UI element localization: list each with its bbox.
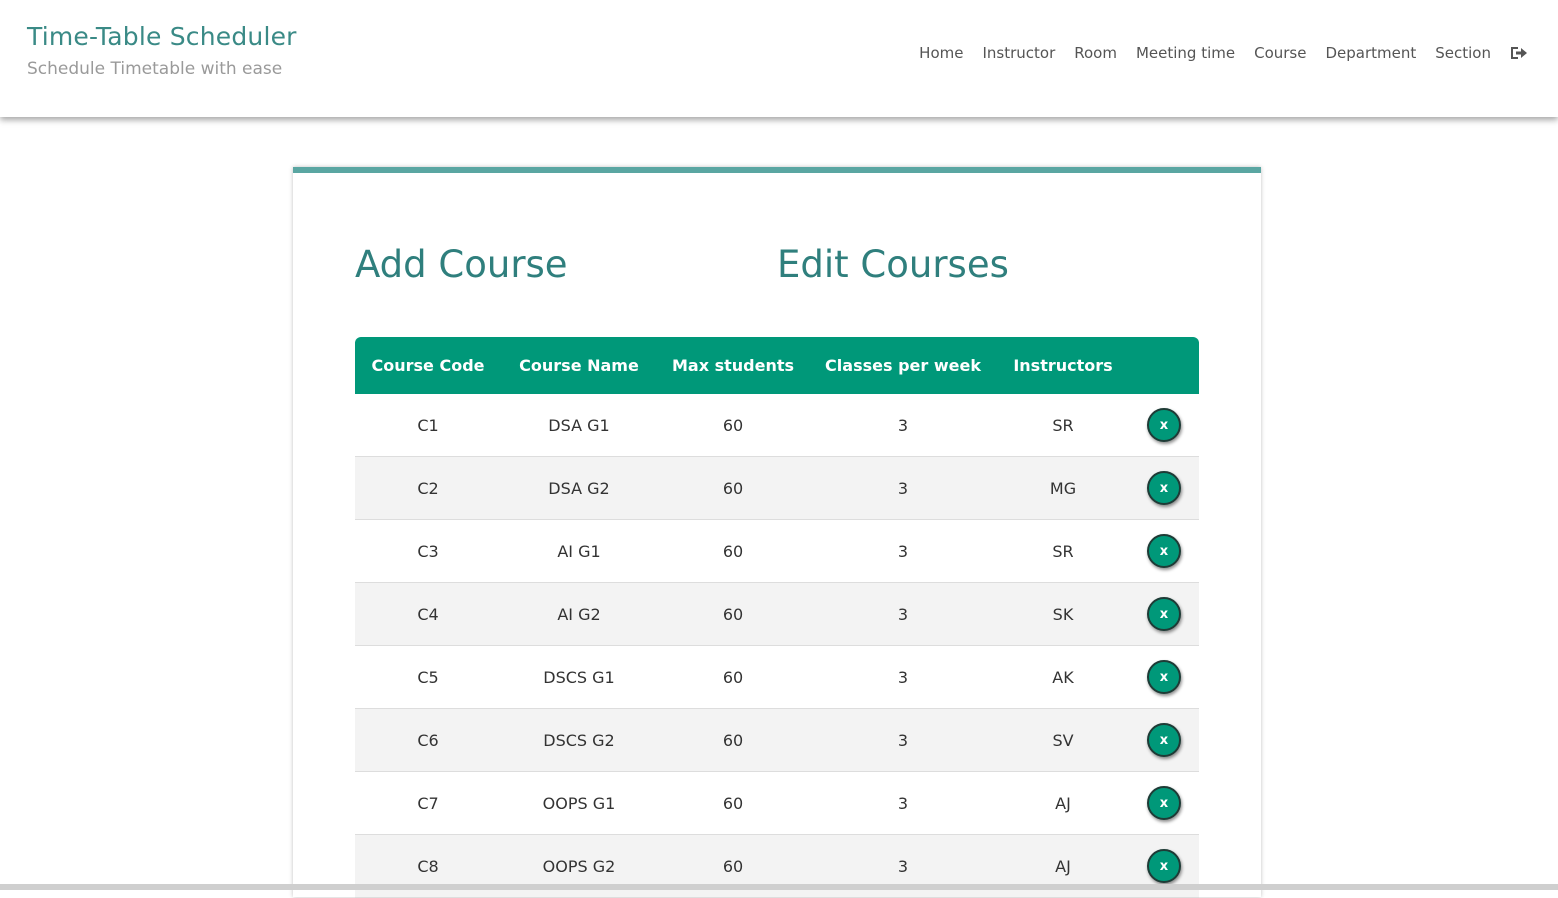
brand-title[interactable]: Time-Table Scheduler [27,22,297,51]
cell-actions: x [1129,582,1199,646]
table-row: C4 AI G2 60 3 SK x [355,582,1199,646]
delete-button[interactable]: x [1147,471,1181,505]
cell-course-code: C5 [355,645,501,709]
cell-course-code: C1 [355,394,501,457]
table-row: C3 AI G1 60 3 SR x [355,519,1199,583]
cell-actions: x [1129,645,1199,709]
cell-course-code: C7 [355,771,501,835]
cell-course-name: AI G1 [501,519,657,583]
delete-button[interactable]: x [1147,408,1181,442]
cell-max-students: 60 [657,394,809,457]
courses-table-wrapper: Course Code Course Name Max students Cla… [355,337,1199,898]
cell-max-students: 60 [657,645,809,709]
delete-button[interactable]: x [1147,660,1181,694]
nav-links: Home Instructor Room Meeting time Course… [900,44,1528,62]
cell-classes-per-week: 3 [809,519,997,583]
tab-edit-courses[interactable]: Edit Courses [777,243,1009,286]
nav-home[interactable]: Home [919,44,963,62]
course-card: Add Course Edit Courses Course Code Cour… [293,167,1261,898]
cell-instructor: SK [997,582,1129,646]
courses-table: Course Code Course Name Max students Cla… [355,337,1199,898]
cell-course-code: C6 [355,708,501,772]
table-header-row: Course Code Course Name Max students Cla… [355,337,1199,394]
nav-course[interactable]: Course [1254,44,1306,62]
cell-max-students: 60 [657,771,809,835]
cell-actions: x [1129,519,1199,583]
cell-max-students: 60 [657,456,809,520]
cell-course-name: AI G2 [501,582,657,646]
table-row: C7 OOPS G1 60 3 AJ x [355,771,1199,835]
tab-add-course[interactable]: Add Course [355,243,568,286]
cell-course-code: C2 [355,456,501,520]
cell-classes-per-week: 3 [809,771,997,835]
delete-button[interactable]: x [1147,534,1181,568]
nav-meeting-time[interactable]: Meeting time [1136,44,1235,62]
cell-course-code: C3 [355,519,501,583]
cell-instructor: SV [997,708,1129,772]
nav-instructor[interactable]: Instructor [982,44,1055,62]
cell-classes-per-week: 3 [809,394,997,457]
table-row: C1 DSA G1 60 3 SR x [355,394,1199,457]
cell-max-students: 60 [657,582,809,646]
header-course-name: Course Name [519,356,639,375]
brand-subtitle: Schedule Timetable with ease [27,59,283,79]
cell-classes-per-week: 3 [809,456,997,520]
header-actions [1129,337,1199,394]
cell-course-name: DSA G1 [501,394,657,457]
delete-button[interactable]: x [1147,786,1181,820]
cell-actions: x [1129,394,1199,457]
sign-out-icon[interactable] [1510,45,1528,61]
cell-classes-per-week: 3 [809,645,997,709]
nav-room[interactable]: Room [1074,44,1117,62]
nav-section[interactable]: Section [1435,44,1491,62]
table-row: C5 DSCS G1 60 3 AK x [355,645,1199,709]
cell-instructor: AK [997,645,1129,709]
navbar: Time-Table Scheduler Schedule Timetable … [0,0,1558,117]
horizontal-scrollbar[interactable] [0,884,1558,890]
cell-course-name: DSA G2 [501,456,657,520]
cell-max-students: 60 [657,708,809,772]
cell-classes-per-week: 3 [809,582,997,646]
nav-department[interactable]: Department [1325,44,1416,62]
cell-course-name: DSCS G2 [501,708,657,772]
cell-classes-per-week: 3 [809,708,997,772]
header-max-students: Max students [671,356,795,375]
cell-actions: x [1129,771,1199,835]
cell-actions: x [1129,456,1199,520]
header-course-code: Course Code [371,356,485,375]
delete-button[interactable]: x [1147,723,1181,757]
table-row: C2 DSA G2 60 3 MG x [355,456,1199,520]
cell-instructor: SR [997,519,1129,583]
header-instructors: Instructors [1013,356,1113,375]
cell-course-name: DSCS G1 [501,645,657,709]
cell-actions: x [1129,708,1199,772]
cell-instructor: SR [997,394,1129,457]
cell-instructor: MG [997,456,1129,520]
delete-button[interactable]: x [1147,849,1181,883]
header-classes-per-week: Classes per week [825,356,981,375]
table-row: C6 DSCS G2 60 3 SV x [355,708,1199,772]
cell-course-name: OOPS G1 [501,771,657,835]
cell-max-students: 60 [657,519,809,583]
cell-course-code: C4 [355,582,501,646]
cell-instructor: AJ [997,771,1129,835]
delete-button[interactable]: x [1147,597,1181,631]
